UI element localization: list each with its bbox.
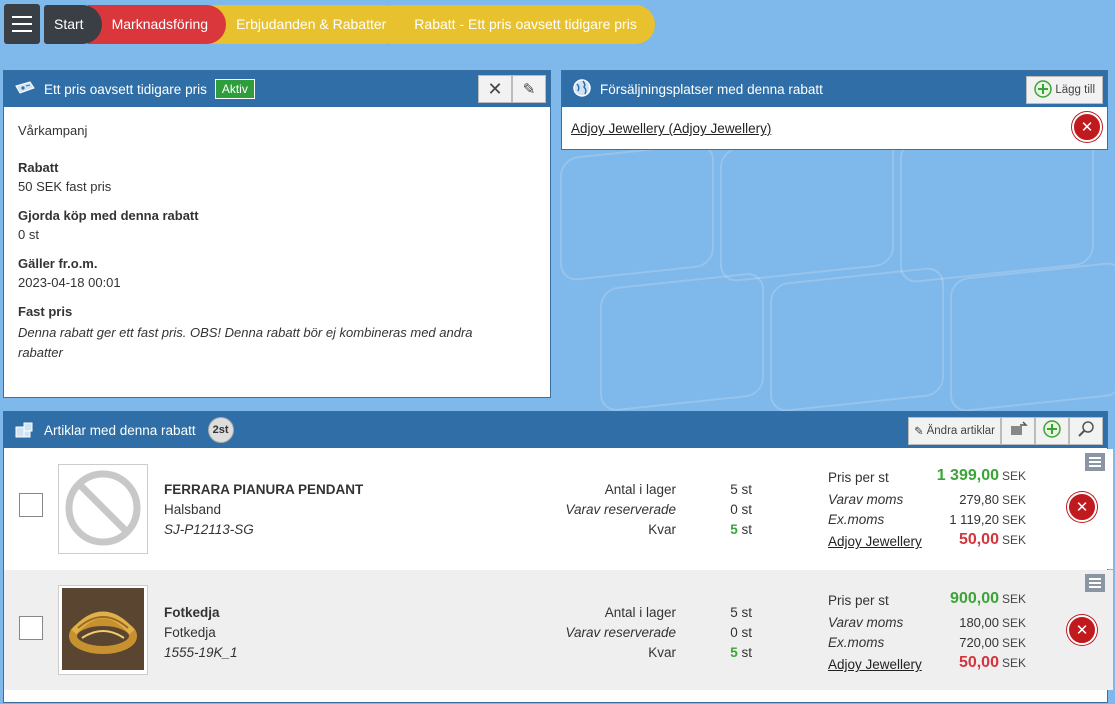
hamburger-icon — [12, 16, 32, 18]
sales-locations-panel: Försäljningsplatser med denna rabatt Läg… — [561, 70, 1108, 150]
close-icon: ✕ — [487, 78, 503, 99]
field-value-valid-from: 2023-04-18 00:01 — [18, 275, 121, 290]
article-sku: 1555-19K_1 — [164, 645, 238, 660]
plus-circle-icon — [1043, 420, 1061, 442]
remaining-value: 5 st — [730, 645, 752, 660]
vat-value: 180,00 SEK — [959, 615, 1026, 630]
reserved-value: 0 st — [730, 625, 752, 640]
edit-discount-button[interactable]: ✎ — [512, 75, 546, 103]
article-row: Fotkedja Fotkedja 1555-19K_1 Antal i lag… — [4, 570, 1113, 690]
search-icon — [1077, 420, 1095, 442]
article-count-badge: 2st — [207, 417, 234, 443]
stock-label: Antal i lager — [604, 482, 676, 497]
articles-panel: Artiklar med denna rabatt 2st ✎ Ändra ar… — [3, 411, 1113, 703]
article-category: Halsband — [164, 502, 222, 517]
gold-ring-image — [62, 587, 144, 673]
search-articles-button[interactable] — [1069, 417, 1103, 445]
plus-circle-icon — [1034, 79, 1053, 101]
breadcrumb-current: Rabatt - Ett pris oavsett tidigare pris — [390, 5, 655, 44]
row-menu-button[interactable] — [1085, 574, 1105, 592]
remove-article-button[interactable]: ✕ — [1067, 492, 1097, 522]
stock-label: Antal i lager — [604, 605, 676, 620]
stock-value: 5 st — [730, 482, 752, 497]
price-label: Pris per st — [828, 470, 889, 485]
remaining-value: 5 st — [730, 522, 752, 537]
remaining-label: Kvar — [648, 645, 676, 660]
article-checkbox[interactable] — [19, 493, 43, 517]
discount-price-value: 50,00 SEK — [958, 654, 1026, 671]
exvat-value: 1 119,20 SEK — [949, 512, 1026, 527]
vat-label: Varav moms — [828, 615, 904, 630]
field-label-discount: Rabatt — [18, 160, 59, 175]
article-sku: SJ-P12113-SG — [164, 522, 254, 537]
boxes-icon — [14, 419, 36, 442]
sales-panel-title: Försäljningsplatser med denna rabatt — [600, 81, 823, 97]
move-articles-button[interactable] — [1001, 417, 1035, 445]
exvat-label: Ex.moms — [828, 512, 885, 527]
breadcrumb: Start Marknadsföring Erbjudanden & Rabat… — [44, 5, 655, 44]
main-menu-button[interactable] — [4, 4, 40, 44]
field-label-fixed-price: Fast pris — [18, 304, 73, 319]
article-thumbnail[interactable] — [58, 464, 148, 554]
stock-value: 5 st — [730, 605, 752, 620]
add-article-button[interactable] — [1035, 417, 1069, 445]
pencil-icon: ✎ — [522, 81, 536, 98]
vat-value: 279,80 SEK — [959, 492, 1026, 507]
shop-link[interactable]: Adjoy Jewellery — [828, 657, 922, 672]
menu-icon — [1089, 578, 1101, 580]
edit-articles-label: Ändra artiklar — [926, 425, 995, 437]
field-label-valid-from: Gäller fr.o.m. — [18, 256, 98, 271]
sales-location-link[interactable]: Adjoy Jewellery (Adjoy Jewellery) — [571, 121, 771, 136]
articles-panel-header: Artiklar med denna rabatt 2st ✎ Ändra ar… — [4, 412, 1107, 448]
reserved-value: 0 st — [730, 502, 752, 517]
field-value-discount: 50 SEK fast pris — [18, 179, 112, 194]
articles-panel-title: Artiklar med denna rabatt — [44, 422, 196, 438]
field-value-purchases: 0 st — [18, 227, 39, 242]
discount-name: Vårkampanj — [18, 123, 88, 138]
article-thumbnail[interactable] — [58, 585, 148, 675]
close-icon: ✕ — [1080, 119, 1094, 136]
box-arrow-icon — [1008, 421, 1028, 441]
article-name: FERRARA PIANURA PENDANT — [164, 482, 364, 497]
breadcrumb-marketing[interactable]: Marknadsföring — [87, 5, 227, 44]
pencil-icon: ✎ — [913, 426, 924, 438]
article-row: FERRARA PIANURA PENDANT Halsband SJ-P121… — [4, 449, 1113, 569]
exvat-value: 720,00 SEK — [959, 635, 1026, 650]
field-value-fixed-price: Denna rabatt ger ett fast pris. OBS! Den… — [18, 325, 473, 360]
reserved-label: Varav reserverade — [565, 625, 676, 640]
sales-panel-header: Försäljningsplatser med denna rabatt Läg… — [562, 71, 1107, 107]
discount-panel-header: Ett pris oavsett tidigare pris Aktiv ✕ ✎ — [4, 71, 550, 107]
delete-discount-button[interactable]: ✕ — [478, 75, 512, 103]
add-location-label: Lägg till — [1055, 84, 1095, 96]
exvat-label: Ex.moms — [828, 635, 885, 650]
discount-details-panel: Ett pris oavsett tidigare pris Aktiv ✕ ✎… — [3, 70, 551, 398]
article-name: Fotkedja — [164, 605, 220, 620]
remove-location-button[interactable]: ✕ — [1072, 112, 1102, 142]
add-location-button[interactable]: Lägg till — [1026, 76, 1103, 104]
close-icon: ✕ — [1075, 622, 1089, 639]
discount-price-value: 50,00 SEK — [958, 531, 1026, 548]
breadcrumb-offers[interactable]: Erbjudanden & Rabatter — [212, 5, 405, 44]
remaining-label: Kvar — [648, 522, 676, 537]
no-image-icon — [63, 468, 143, 551]
close-icon: ✕ — [1075, 499, 1089, 516]
menu-icon — [1089, 457, 1101, 459]
ticket-icon — [14, 80, 36, 99]
globe-icon — [572, 78, 592, 101]
price-value: 900,00 SEK — [950, 590, 1026, 607]
status-badge: Aktiv — [214, 79, 255, 99]
edit-articles-button[interactable]: ✎ Ändra artiklar — [907, 417, 1001, 445]
breadcrumb-start[interactable]: Start — [44, 5, 102, 44]
remove-article-button[interactable]: ✕ — [1067, 615, 1097, 645]
price-label: Pris per st — [828, 593, 889, 608]
reserved-label: Varav reserverade — [565, 502, 676, 517]
shop-link[interactable]: Adjoy Jewellery — [828, 534, 922, 549]
article-category: Fotkedja — [164, 625, 216, 640]
vat-label: Varav moms — [828, 492, 904, 507]
field-label-purchases: Gjorda köp med denna rabatt — [18, 208, 199, 223]
row-menu-button[interactable] — [1085, 453, 1105, 471]
price-value: 1 399,00 SEK — [936, 467, 1026, 484]
discount-panel-title: Ett pris oavsett tidigare pris — [44, 81, 207, 97]
article-checkbox[interactable] — [19, 616, 43, 640]
